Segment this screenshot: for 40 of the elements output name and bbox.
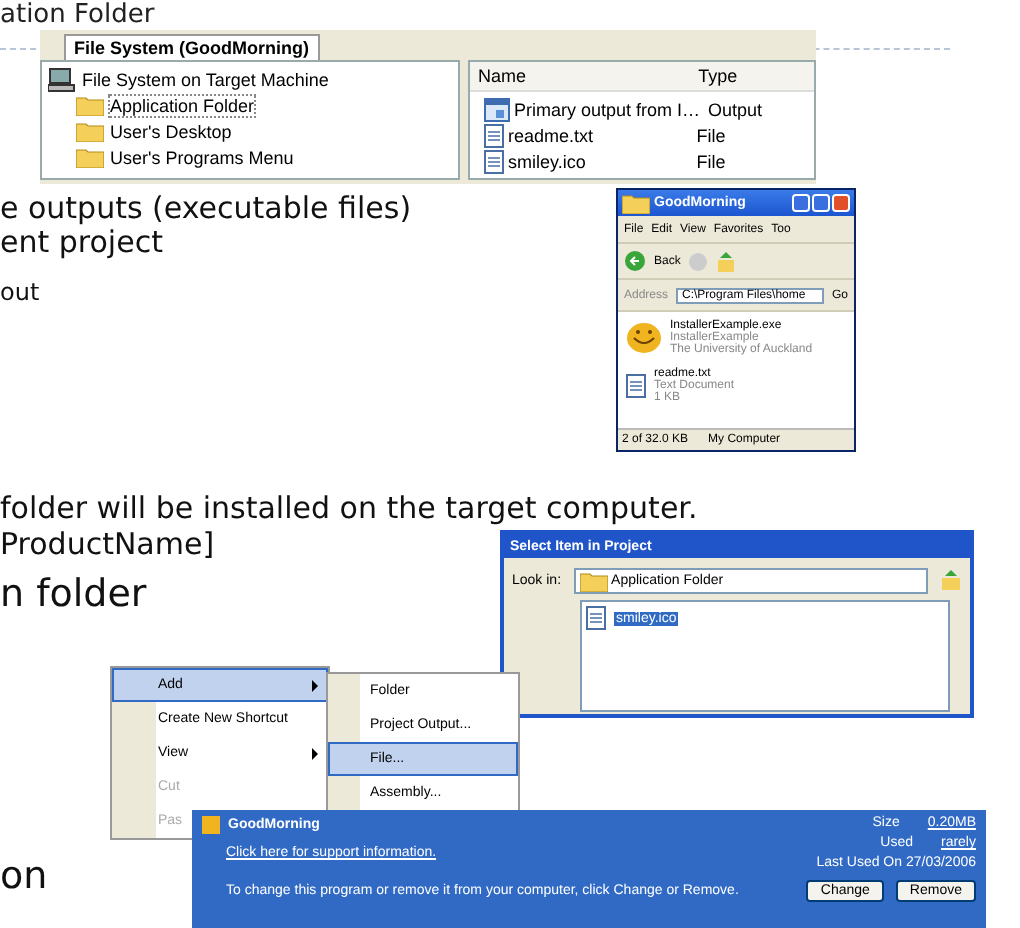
table-cell: smiley.ico xyxy=(508,151,586,171)
column-header[interactable]: Type xyxy=(690,66,814,86)
bullet-text: on xyxy=(0,856,48,898)
bullet-text: ProductName] xyxy=(0,528,215,561)
document-icon xyxy=(484,123,504,147)
folder-icon xyxy=(76,94,104,116)
column-header[interactable]: Name xyxy=(470,66,691,86)
bullet-text: n folder xyxy=(0,574,147,616)
bullet-text: folder will be installed on the target computer. xyxy=(0,492,698,525)
folder-icon xyxy=(76,120,104,142)
table-cell: File xyxy=(696,125,726,145)
document-icon xyxy=(626,374,646,398)
tree-item[interactable]: Application Folder xyxy=(110,95,255,115)
table-cell: Primary output from I… xyxy=(514,99,701,119)
up-folder-icon[interactable] xyxy=(716,251,737,271)
program-icon xyxy=(202,816,220,834)
tree-item[interactable]: File System on Target Machine xyxy=(82,69,329,89)
minimize-icon[interactable] xyxy=(792,194,810,212)
tree-item[interactable]: User's Desktop xyxy=(110,121,232,141)
table-cell: Output xyxy=(708,99,763,119)
bullet-text: ent project xyxy=(0,226,163,259)
document-icon xyxy=(484,149,504,173)
file-system-tab[interactable]: File System (GoodMorning) xyxy=(64,34,320,60)
bullet-text: out xyxy=(0,280,40,307)
slide-title: ation Folder xyxy=(0,0,155,30)
application-icon xyxy=(484,97,510,121)
table-cell: readme.txt xyxy=(508,125,594,145)
document-icon xyxy=(586,606,606,630)
close-icon[interactable] xyxy=(832,194,850,212)
tree-item[interactable]: User's Programs Menu xyxy=(110,147,294,167)
folder-icon xyxy=(579,570,608,592)
table-cell: File xyxy=(696,151,726,171)
up-folder-icon[interactable] xyxy=(940,570,962,592)
bullet-text: e outputs (executable files) xyxy=(0,192,412,225)
maximize-icon[interactable] xyxy=(812,194,830,212)
folder-icon xyxy=(622,192,650,214)
smiley-icon xyxy=(626,322,662,354)
computer-icon xyxy=(48,67,76,91)
folder-icon xyxy=(76,146,104,168)
back-arrow-icon[interactable] xyxy=(624,250,646,272)
